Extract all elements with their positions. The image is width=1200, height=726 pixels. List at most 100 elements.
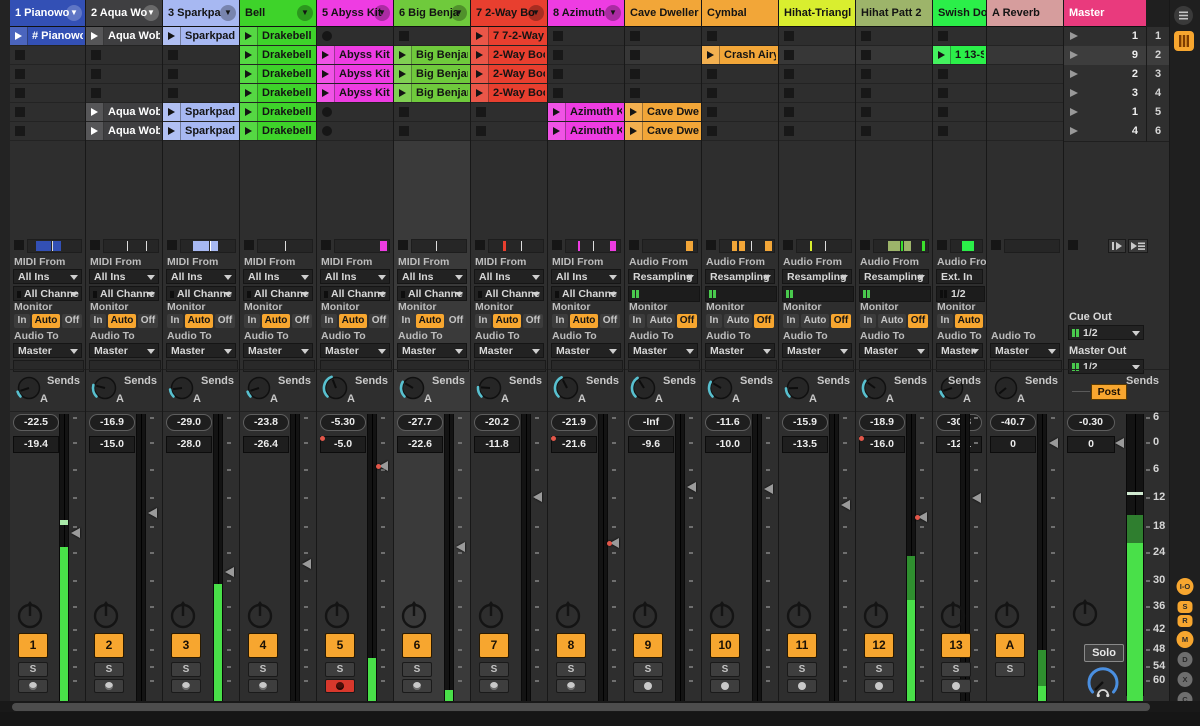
monitor-off-button[interactable]: Off [831,314,851,328]
clip-stop-square[interactable] [476,107,486,117]
monitor-off-button[interactable]: Off [677,314,697,328]
scene-launch-icon[interactable] [1070,127,1078,135]
scene-launch-icon[interactable] [1070,51,1078,59]
clip-stop-square[interactable] [91,88,101,98]
track-activator-button[interactable]: 11 [787,633,817,658]
pan-knob[interactable] [15,598,45,630]
empty-clip-slot[interactable] [625,84,701,103]
clip[interactable]: Drakebell 1 [240,27,316,45]
clip[interactable]: Drakebell 2 [240,46,316,64]
empty-clip-slot[interactable] [933,84,986,103]
volume-fader-handle[interactable] [456,542,465,552]
pan-knob[interactable] [992,598,1022,630]
track-activator-button[interactable]: 9 [633,633,663,658]
empty-clip-slot[interactable] [933,103,986,122]
clip-play-button[interactable] [548,103,566,121]
clip-slot[interactable]: Aqua Wobb [86,103,162,122]
volume-value-box[interactable]: -19.4 [13,436,59,453]
scene-menu-icon[interactable] [1174,6,1193,25]
empty-clip-slot[interactable] [779,27,855,46]
clip-slot[interactable]: 2-Way Boo [471,84,547,103]
cue-out-dropdown[interactable]: 1/2 [1068,325,1144,340]
input-routing-dropdown[interactable]: All Ins [13,269,82,284]
clip[interactable]: Sparkpad [163,103,239,121]
monitor-auto-button[interactable]: Auto [801,314,829,328]
clip-stop-square[interactable] [861,50,871,60]
empty-clip-slot[interactable] [933,122,986,141]
empty-clip-slot[interactable] [10,122,85,141]
mixer-section-toggle-m[interactable]: M [1177,631,1194,648]
monitor-in-button[interactable]: In [14,314,30,328]
audio-arm-button[interactable] [941,679,971,693]
master-out-dropdown[interactable]: 1/2 [1068,359,1144,374]
track-header-dropdown-icon[interactable]: ▼ [66,5,82,21]
clip-play-button[interactable] [471,65,489,83]
output-routing-dropdown[interactable]: Master [320,343,390,358]
clip[interactable]: Abyss Kit [317,84,393,102]
track-activator-button[interactable]: 7 [479,633,509,658]
meter-bridge-icon[interactable] [1174,31,1194,51]
track-header-dropdown-icon[interactable]: ▼ [451,5,467,21]
clip-play-button[interactable] [702,46,720,64]
volume-fader-handle[interactable] [302,559,311,569]
volume-fader-handle[interactable] [918,512,927,522]
clip-slot[interactable]: Cave Dwelle [625,122,701,141]
volume-fader-handle[interactable] [764,484,773,494]
scene-launch-icon[interactable] [1070,32,1078,40]
monitor-auto-button[interactable]: Auto [185,314,213,328]
track-header-dropdown-icon[interactable]: ▼ [605,5,621,21]
pan-knob[interactable] [399,598,429,630]
audio-arm-button[interactable] [864,679,894,693]
empty-clip-slot[interactable] [987,122,1063,141]
scene-row[interactable]: 1 [1064,27,1146,47]
input-channel-dropdown[interactable]: All Channe [320,286,390,301]
scene-launch-icon[interactable] [1070,70,1078,78]
empty-clip-slot[interactable] [394,122,470,141]
input-channel-dropdown[interactable]: All Channe [474,286,544,301]
clip-stop-square[interactable] [399,31,409,41]
empty-clip-slot[interactable] [163,46,239,65]
input-routing-dropdown[interactable]: Resampling [859,269,929,284]
clip[interactable]: Cave Dwelle [625,122,701,140]
track-stop-all-button[interactable] [629,240,639,250]
clip-play-button[interactable] [163,27,181,45]
clip-slot[interactable]: Big Benjam [394,65,470,84]
empty-clip-slot[interactable] [987,65,1063,84]
monitor-off-button[interactable]: Off [446,314,466,328]
solo-button[interactable]: S [325,662,355,677]
clip[interactable]: 7 7-2-Way B [471,27,547,45]
input-routing-dropdown[interactable]: Resampling [782,269,852,284]
track-activator-button[interactable]: A [995,633,1025,658]
empty-clip-slot[interactable] [856,122,932,141]
input-channel-dropdown[interactable]: All Channe [89,286,159,301]
master-solo-button[interactable]: Solo [1084,644,1124,662]
empty-clip-slot[interactable] [86,46,162,65]
empty-clip-slot[interactable] [625,46,701,65]
empty-clip-slot[interactable] [987,46,1063,65]
output-routing-dropdown[interactable]: Master [89,343,159,358]
monitor-in-button[interactable]: In [706,314,722,328]
clip-slot[interactable]: Drakebell 2 [240,65,316,84]
clip-play-button[interactable] [625,103,643,121]
output-routing-dropdown[interactable]: Master [628,343,698,358]
midi-arm-button[interactable] [171,679,201,693]
volume-fader-handle[interactable] [225,567,234,577]
monitor-auto-button[interactable]: Auto [955,314,983,328]
empty-clip-slot[interactable] [317,27,393,46]
scrollbar-thumb[interactable] [12,703,1150,711]
empty-clip-slot[interactable] [702,122,778,141]
track-stop-all-button[interactable] [860,240,870,250]
clip-slot[interactable]: Azimuth Kit [548,103,624,122]
clip-slot[interactable]: Sparkpad [163,122,239,141]
cue-volume-knob[interactable] [1084,663,1122,701]
clip[interactable]: Big Benjam [394,84,470,102]
volume-fader-handle[interactable] [533,492,542,502]
input-routing-dropdown[interactable]: All Ins [474,269,544,284]
pan-knob[interactable] [553,598,583,630]
clip-stop-square[interactable] [784,31,794,41]
pan-knob[interactable] [476,598,506,630]
clip-stop-square[interactable] [707,88,717,98]
clip[interactable]: Big Benjam [394,46,470,64]
track-stop-all-button[interactable] [398,240,408,250]
clip-slot[interactable]: Crash Airy [702,46,778,65]
